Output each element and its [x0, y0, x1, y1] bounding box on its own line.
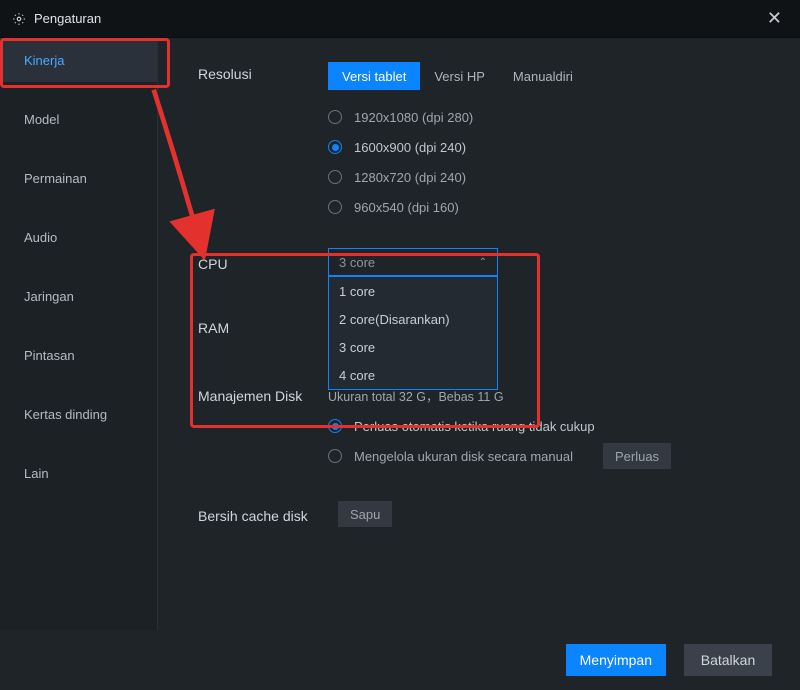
sidebar-item-label: Permainan — [24, 171, 87, 186]
sidebar-item-jaringan[interactable]: Jaringan — [0, 274, 157, 318]
sidebar-item-audio[interactable]: Audio — [0, 215, 157, 259]
titlebar: Pengaturan ✕ — [0, 0, 800, 38]
cpu-selected: 3 core — [339, 255, 375, 270]
sidebar-item-label: Audio — [24, 230, 57, 245]
sidebar-item-label: Pintasan — [24, 348, 75, 363]
sidebar-item-lain[interactable]: Lain — [0, 451, 157, 495]
cpu-option-4[interactable]: 4 core — [329, 361, 497, 389]
sidebar-item-permainan[interactable]: Permainan — [0, 156, 157, 200]
close-icon[interactable]: ✕ — [761, 4, 788, 33]
chevron-up-icon: ⌃ — [479, 257, 487, 268]
resolution-options: 1920x1080 (dpi 280) 1600x900 (dpi 240) 1… — [328, 102, 772, 222]
sidebar-item-model[interactable]: Model — [0, 97, 157, 141]
resolution-label: Resolusi — [198, 62, 328, 82]
cpu-label: CPU — [198, 252, 328, 272]
sidebar-item-label: Jaringan — [24, 289, 74, 304]
res-1920[interactable]: 1920x1080 (dpi 280) — [328, 102, 772, 132]
gear-icon — [12, 12, 26, 26]
disk-manual[interactable]: Mengelola ukuran disk secara manual Perl… — [328, 441, 772, 471]
cpu-select[interactable]: 3 core ⌃ 1 core 2 core(Disarankan) 3 cor… — [328, 248, 498, 276]
footer: Menyimpan Batalkan — [0, 630, 800, 690]
sidebar-item-pintasan[interactable]: Pintasan — [0, 333, 157, 377]
seg-versi-tablet[interactable]: Versi tablet — [328, 62, 420, 90]
res-1600[interactable]: 1600x900 (dpi 240) — [328, 132, 772, 162]
ram-label: RAM — [198, 316, 328, 336]
sidebar-item-label: Kertas dinding — [24, 407, 107, 422]
cpu-option-2[interactable]: 2 core(Disarankan) — [329, 305, 497, 333]
cpu-option-1[interactable]: 1 core — [329, 277, 497, 305]
save-button[interactable]: Menyimpan — [566, 644, 666, 676]
disk-auto[interactable]: Perluas otomatis ketika ruang tidak cuku… — [328, 411, 772, 441]
sidebar-item-kertas-dinding[interactable]: Kertas dinding — [0, 392, 157, 436]
extend-button[interactable]: Perluas — [603, 443, 671, 469]
content: Resolusi Versi tablet Versi HP Manualdir… — [158, 38, 800, 630]
sapu-button[interactable]: Sapu — [338, 501, 392, 527]
cpu-option-3[interactable]: 3 core — [329, 333, 497, 361]
sidebar-item-label: Kinerja — [24, 53, 64, 68]
cancel-button[interactable]: Batalkan — [684, 644, 772, 676]
res-1280[interactable]: 1280x720 (dpi 240) — [328, 162, 772, 192]
sidebar-item-label: Model — [24, 112, 59, 127]
window-title: Pengaturan — [34, 11, 101, 26]
seg-manualdiri[interactable]: Manualdiri — [499, 62, 587, 90]
sidebar: Kinerja Model Permainan Audio Jaringan P… — [0, 38, 158, 630]
res-960[interactable]: 960x540 (dpi 160) — [328, 192, 772, 222]
resolution-segments: Versi tablet Versi HP Manualdiri — [328, 62, 587, 90]
sidebar-item-kinerja[interactable]: Kinerja — [0, 38, 157, 82]
cache-label: Bersih cache disk — [198, 504, 318, 524]
disk-label: Manajemen Disk — [198, 388, 328, 404]
seg-versi-hp[interactable]: Versi HP — [420, 62, 499, 90]
sidebar-item-label: Lain — [24, 466, 49, 481]
cpu-dropdown: 1 core 2 core(Disarankan) 3 core 4 core — [328, 276, 498, 390]
